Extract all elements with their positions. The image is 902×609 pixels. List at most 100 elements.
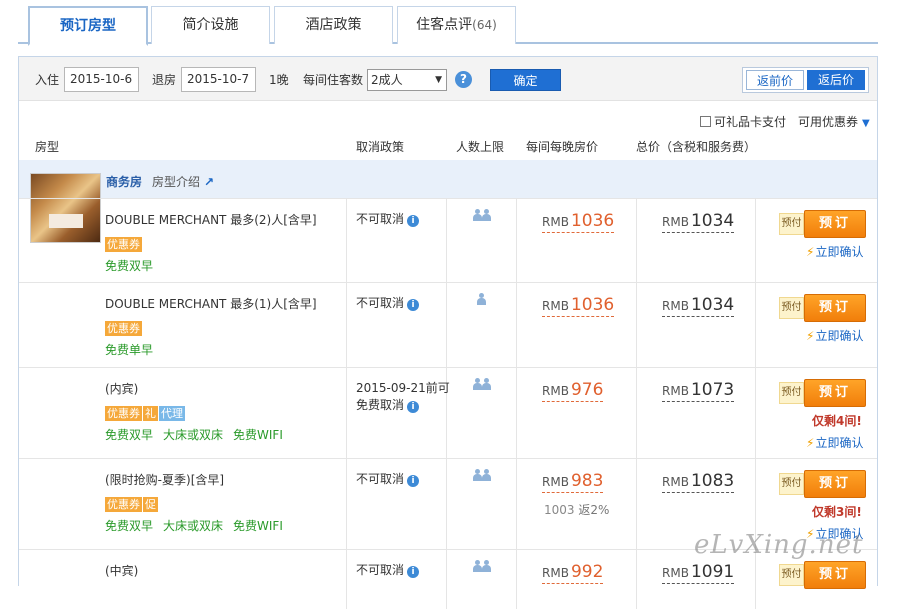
cancel-policy-text: 不可取消	[356, 563, 405, 577]
header-max-people: 人数上限	[456, 140, 505, 154]
prepay-badge: 预付	[779, 473, 804, 495]
nightly-price[interactable]: RMB 992	[542, 562, 604, 584]
max-people-icons	[473, 378, 491, 393]
gift-card-option[interactable]: 可礼品卡支付	[700, 113, 786, 130]
cancel-policy-text: 不可取消	[356, 472, 405, 486]
nightly-price[interactable]: RMB 1036	[542, 295, 615, 317]
room-group-header	[19, 160, 877, 198]
perk-item: 免费双早	[105, 519, 154, 533]
rate-plan-name: (限时抢购-夏季)[含早]	[105, 473, 225, 487]
perk-item: 免费单早	[105, 343, 154, 357]
total-price[interactable]: RMB 1073	[662, 380, 735, 402]
info-icon[interactable]: i	[407, 475, 420, 487]
info-icon[interactable]: i	[407, 401, 420, 413]
rate-tags: 优惠券	[105, 321, 143, 336]
column-divider	[516, 368, 517, 458]
person-icon	[482, 469, 491, 481]
rate-tags: 优惠券礼代理	[105, 406, 186, 421]
total-value: 1083	[690, 471, 735, 491]
prepay-badge: 预付	[779, 382, 804, 404]
person-icon	[473, 209, 482, 221]
help-icon[interactable]: ?	[455, 71, 472, 88]
max-people-icons	[477, 293, 486, 308]
price-before-rebate-button[interactable]: 返前价	[746, 70, 804, 90]
total-price[interactable]: RMB 1034	[662, 211, 735, 233]
cancel-policy: 不可取消 i	[356, 211, 420, 228]
coupon-tag: 优惠券	[105, 237, 142, 252]
info-icon[interactable]: i	[407, 215, 420, 227]
room-booking-panel: 入住 2015-10-6 退房 2015-10-7 1晚 每间住客数 2成人 ▼…	[18, 56, 878, 609]
header-total-price: 总价（含税和服务费）	[636, 140, 757, 154]
column-divider	[755, 368, 756, 458]
search-filter-bar: 入住 2015-10-6 退房 2015-10-7 1晚 每间住客数 2成人 ▼…	[19, 57, 877, 101]
rate-perks: 免费双早 大床或双床 免费WIFI	[105, 426, 293, 443]
column-divider	[446, 459, 447, 549]
cancel-policy-text-2: 免费取消	[356, 398, 405, 412]
price-currency: RMB	[542, 566, 569, 580]
cancel-policy-text: 2015-09-21前可	[356, 381, 450, 395]
room-intro-link[interactable]: 房型介绍 ↗	[152, 173, 214, 190]
rate-tags: 优惠券促	[105, 497, 159, 512]
lightning-icon: ⚡	[806, 436, 815, 450]
tab-hotel-policy[interactable]: 酒店政策	[274, 6, 393, 44]
total-value: 1091	[690, 562, 735, 582]
rate-tags: 优惠券	[105, 237, 143, 252]
person-icon	[473, 378, 482, 390]
gift-card-label: 可礼品卡支付	[714, 115, 787, 129]
total-value: 1073	[690, 380, 735, 400]
coupon-tag: 优惠券	[105, 321, 142, 336]
total-currency: RMB	[662, 384, 689, 398]
column-divider	[346, 368, 347, 458]
instant-confirm-label: 立即确认	[815, 329, 864, 343]
book-button[interactable]: 预订	[804, 294, 866, 322]
checkout-date-input[interactable]: 2015-10-7	[181, 67, 256, 92]
person-icon	[482, 209, 491, 221]
instant-confirm: ⚡立即确认	[806, 243, 863, 260]
column-divider	[516, 283, 517, 367]
column-divider	[636, 283, 637, 367]
tab-rooms[interactable]: 预订房型	[28, 6, 148, 46]
book-button[interactable]: 预订	[804, 470, 866, 498]
perk-item: 免费双早	[105, 259, 154, 273]
perk-item: 免费双早	[105, 428, 154, 442]
info-icon[interactable]: i	[407, 299, 420, 311]
tab-label: 预订房型	[60, 18, 116, 34]
rate-perks: 免费双早 大床或双床 免费WIFI	[105, 517, 293, 534]
price-value: 976	[570, 380, 604, 400]
rate-plan-row: DOUBLE MERCHANT 最多(1)人[含早] 优惠券 免费单早 不可取消 i RM…	[19, 282, 877, 367]
column-divider	[346, 199, 347, 282]
column-divider	[516, 199, 517, 282]
confirm-button[interactable]: 确定	[490, 69, 561, 91]
header-nightly-price: 每间每晚房价	[526, 140, 599, 154]
coupon-dropdown[interactable]: 可用优惠券 ▼	[798, 113, 870, 130]
nightly-price[interactable]: RMB 976	[542, 380, 604, 402]
gift-card-checkbox[interactable]	[700, 116, 711, 127]
room-group-name: 商务房	[106, 175, 143, 189]
tab-label: 简介设施	[182, 17, 239, 33]
total-price[interactable]: RMB 1034	[662, 295, 735, 317]
max-people-icons	[473, 469, 491, 484]
tab-reviews[interactable]: 住客点评(64)	[397, 6, 516, 44]
lightning-icon: ⚡	[806, 329, 815, 343]
agent-tag: 代理	[159, 406, 185, 421]
total-price[interactable]: RMB 1083	[662, 471, 735, 493]
guests-select[interactable]: 2成人 ▼	[367, 69, 447, 91]
checkin-date-input[interactable]: 2015-10-6	[64, 67, 139, 92]
tab-intro-facilities[interactable]: 简介设施	[151, 6, 270, 44]
price-after-rebate-button[interactable]: 返后价	[807, 70, 865, 90]
chevron-down-icon: ▼	[862, 118, 870, 129]
cancel-policy: 不可取消 i	[356, 295, 420, 312]
nightly-price[interactable]: RMB 983	[542, 471, 604, 493]
book-button[interactable]: 预订	[804, 561, 866, 589]
header-cancel-policy: 取消政策	[356, 140, 405, 154]
rebate-info: 1003 返2%	[544, 501, 609, 518]
info-icon[interactable]: i	[407, 566, 420, 578]
book-button[interactable]: 预订	[804, 210, 866, 238]
book-button[interactable]: 预订	[804, 379, 866, 407]
header-room-type: 房型	[35, 140, 60, 154]
column-divider	[446, 283, 447, 367]
total-price[interactable]: RMB 1091	[662, 562, 735, 584]
tab-label: 住客点评	[416, 17, 473, 33]
price-currency: RMB	[542, 299, 569, 313]
nightly-price[interactable]: RMB 1036	[542, 211, 615, 233]
